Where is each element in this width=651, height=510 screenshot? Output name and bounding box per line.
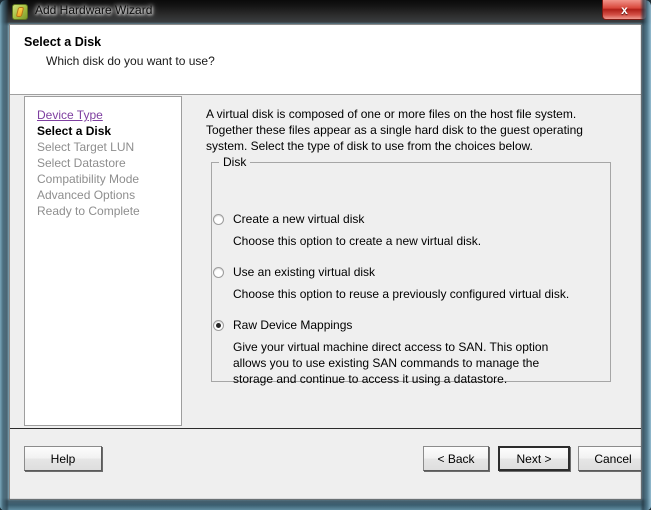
wizard-step-list: Device Type Select a Disk Select Target … <box>24 96 182 426</box>
sidebar-item-ready-to-complete: Ready to Complete <box>37 204 140 218</box>
sidebar-item-compatibility-mode: Compatibility Mode <box>37 172 140 186</box>
close-button[interactable]: x <box>602 0 647 20</box>
sidebar-item-advanced-options: Advanced Options <box>37 188 136 202</box>
option-desc-use-existing-virtual-disk: Choose this option to reuse a previously… <box>233 287 570 301</box>
title-bar[interactable]: Add Hardware Wizard x <box>0 0 651 24</box>
dialog-footer: Help < Back Next > Cancel <box>10 428 641 499</box>
sidebar-item-device-type[interactable]: Device Type <box>37 108 103 122</box>
dialog-client-area: Select a Disk Which disk do you want to … <box>9 24 642 500</box>
wizard-content-pane: A virtual disk is composed of one or mor… <box>192 96 624 426</box>
dialog-body: Device Type Select a Disk Select Target … <box>10 96 641 428</box>
radio-raw-device-mappings[interactable] <box>213 320 224 331</box>
cancel-button[interactable]: Cancel <box>578 446 641 471</box>
intro-paragraph: A virtual disk is composed of one or mor… <box>206 107 583 153</box>
option-label-create-new-virtual-disk[interactable]: Create a new virtual disk <box>233 212 364 226</box>
wizard-header: Select a Disk Which disk do you want to … <box>10 25 641 95</box>
sidebar-item-select-a-disk[interactable]: Select a Disk <box>37 124 111 138</box>
option-label-use-existing-virtual-disk[interactable]: Use an existing virtual disk <box>233 265 375 279</box>
page-title: Select a Disk <box>24 35 102 49</box>
sidebar-item-select-target-lun: Select Target LUN <box>37 140 135 154</box>
option-label-raw-device-mappings[interactable]: Raw Device Mappings <box>233 318 352 332</box>
window-title: Add Hardware Wizard <box>35 3 153 17</box>
help-button[interactable]: Help <box>24 446 102 471</box>
window-frame: Add Hardware Wizard x Select a Disk Whic… <box>0 0 651 510</box>
option-desc-create-new-virtual-disk: Choose this option to create a new virtu… <box>233 234 482 248</box>
disk-group-label: Disk <box>219 155 251 169</box>
radio-create-new-virtual-disk[interactable] <box>213 214 224 225</box>
page-subtitle: Which disk do you want to use? <box>46 54 215 68</box>
sidebar-item-select-datastore: Select Datastore <box>37 156 126 170</box>
close-icon: x <box>621 2 628 17</box>
wizard-icon <box>12 4 28 20</box>
radio-use-existing-virtual-disk[interactable] <box>213 267 224 278</box>
back-button[interactable]: < Back <box>423 446 489 471</box>
next-button[interactable]: Next > <box>498 446 570 471</box>
option-desc-raw-device-mappings: Give your virtual machine direct access … <box>233 340 549 386</box>
